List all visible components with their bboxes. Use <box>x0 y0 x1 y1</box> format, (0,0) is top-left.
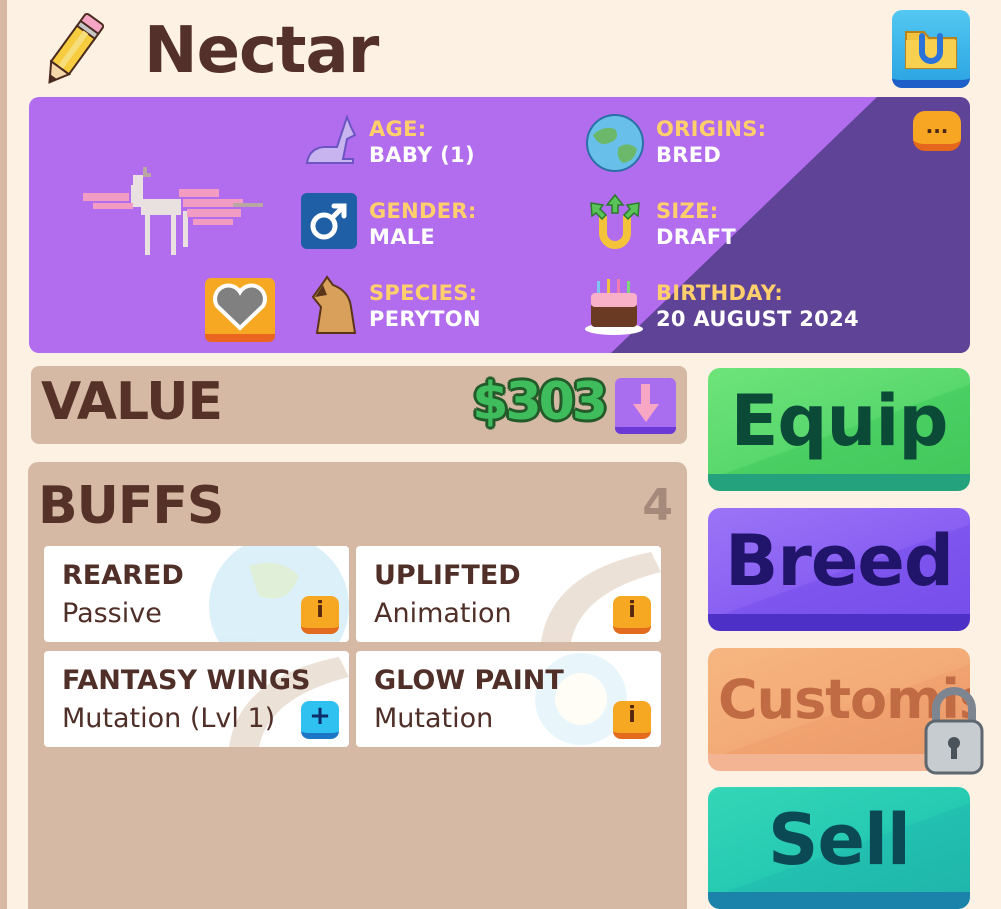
pet-name[interactable]: Nectar <box>144 14 379 88</box>
horseshoe-folder-button[interactable] <box>892 10 970 88</box>
value-bar: VALUE $303 <box>31 366 687 444</box>
folder-horseshoe-icon <box>905 31 957 69</box>
buff-card-fantasy-wings[interactable]: FANTASY WINGS Mutation (Lvl 1) + <box>44 651 349 747</box>
value-amount: $303 <box>472 372 608 432</box>
sell-label: Sell <box>768 799 911 881</box>
buff-name: GLOW PAINT <box>374 665 564 696</box>
horse-lying-icon <box>305 114 357 164</box>
buff-card-uplifted[interactable]: UPLIFTED Animation i <box>356 546 661 642</box>
buffs-title: BUFFS <box>38 476 224 536</box>
origins-value: BRED <box>656 143 722 167</box>
breed-label: Breed <box>725 520 954 602</box>
value-label: VALUE <box>41 372 223 432</box>
species-value: PERYTON <box>369 307 481 331</box>
buff-name: REARED <box>62 560 184 591</box>
birthday-label: BIRTHDAY: <box>656 281 784 305</box>
gender-value: MALE <box>369 225 436 249</box>
lock-icon <box>924 687 984 775</box>
peryton-pet-image[interactable] <box>83 167 273 263</box>
buff-name: FANTASY WINGS <box>62 665 311 696</box>
gender-label: GENDER: <box>369 199 477 223</box>
heart-icon <box>213 283 267 331</box>
age-value: BABY (1) <box>369 143 475 167</box>
buff-type: Mutation <box>374 703 494 734</box>
breed-button[interactable]: Breed <box>708 508 970 631</box>
buff-name: UPLIFTED <box>374 560 521 591</box>
birthday-cake-icon <box>585 279 643 335</box>
value-trend-button[interactable] <box>615 378 676 434</box>
horse-head-icon <box>311 275 357 334</box>
buff-info-button[interactable]: i <box>301 596 339 634</box>
more-options-button[interactable]: ... <box>913 111 961 151</box>
globe-icon <box>586 114 644 172</box>
pet-info-panel: AGE: BABY (1) GENDER: MALE SPECIES: PERY… <box>29 97 970 353</box>
buffs-count: 4 <box>642 480 673 531</box>
birthday-value: 20 AUGUST 2024 <box>656 307 859 331</box>
buff-info-button[interactable]: i <box>613 701 651 739</box>
buff-type: Animation <box>374 598 512 629</box>
left-border <box>0 0 7 909</box>
size-label: SIZE: <box>656 199 719 223</box>
species-label: SPECIES: <box>369 281 478 305</box>
buff-card-glow-paint[interactable]: GLOW PAINT Mutation i <box>356 651 661 747</box>
buff-type: Passive <box>62 598 162 629</box>
age-label: AGE: <box>369 117 427 141</box>
sell-button[interactable]: Sell <box>708 787 970 909</box>
equip-button[interactable]: Equip <box>708 368 970 491</box>
equip-label: Equip <box>730 380 949 462</box>
buff-card-reared[interactable]: REARED Passive i <box>44 546 349 642</box>
male-symbol-icon <box>301 193 357 249</box>
buff-info-button[interactable]: i <box>613 596 651 634</box>
down-arrow-icon <box>633 384 659 422</box>
favorite-button[interactable] <box>205 278 275 342</box>
buff-upgrade-button[interactable]: + <box>301 701 339 739</box>
buffs-panel: BUFFS 4 REARED Passive i UPLIFTED Animat… <box>28 462 687 909</box>
buff-type: Mutation (Lvl 1) <box>62 703 276 734</box>
size-value: DRAFT <box>656 225 737 249</box>
horseshoe-arrows-icon <box>590 193 640 249</box>
origins-label: ORIGINS: <box>656 117 767 141</box>
pencil-icon[interactable] <box>34 8 112 92</box>
